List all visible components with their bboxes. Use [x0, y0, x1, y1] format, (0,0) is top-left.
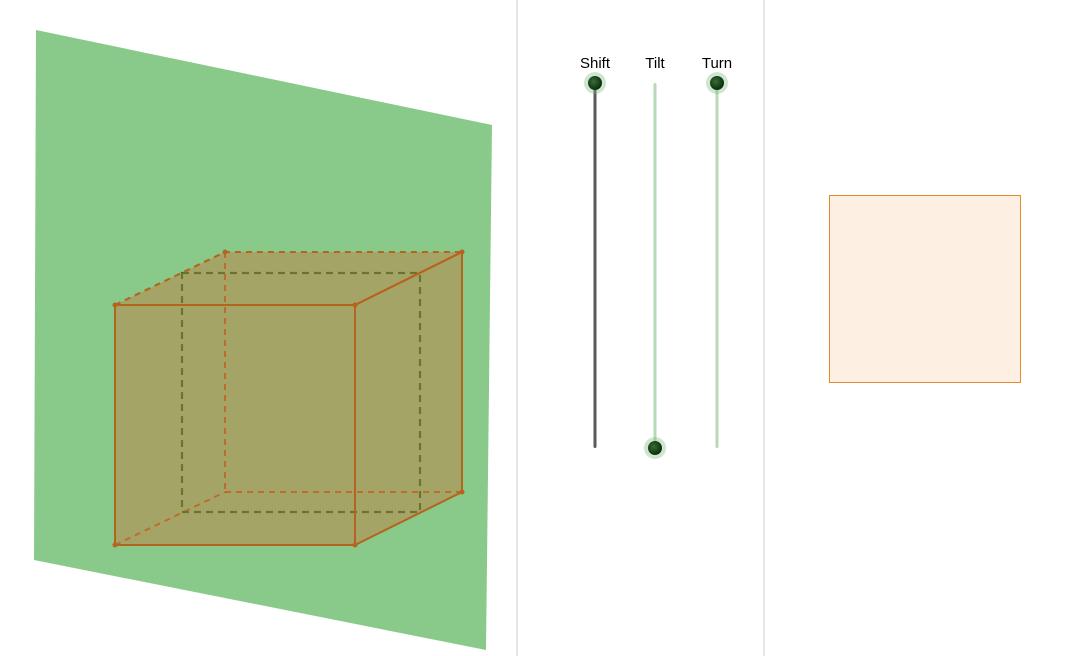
- shift-slider-track[interactable]: [594, 83, 597, 448]
- 3d-scene[interactable]: [0, 0, 510, 656]
- tilt-slider-thumb[interactable]: [648, 441, 662, 455]
- turn-slider-track[interactable]: [716, 83, 719, 448]
- shift-slider-label: Shift: [580, 55, 610, 72]
- 2d-view-panel[interactable]: [767, 0, 1070, 656]
- tilt-slider[interactable]: Tilt: [640, 55, 670, 455]
- sliders-panel: Shift Tilt Turn: [516, 0, 765, 656]
- tilt-slider-label: Tilt: [645, 55, 664, 72]
- turn-slider-label: Turn: [702, 55, 732, 72]
- turn-slider[interactable]: Turn: [702, 55, 732, 455]
- tilt-slider-track[interactable]: [654, 83, 657, 448]
- 3d-view-panel[interactable]: [0, 0, 510, 656]
- cross-section-2d: [829, 195, 1021, 383]
- shift-slider-thumb[interactable]: [588, 76, 602, 90]
- turn-slider-thumb[interactable]: [710, 76, 724, 90]
- shift-slider[interactable]: Shift: [580, 55, 610, 455]
- cube-face-front: [115, 305, 355, 545]
